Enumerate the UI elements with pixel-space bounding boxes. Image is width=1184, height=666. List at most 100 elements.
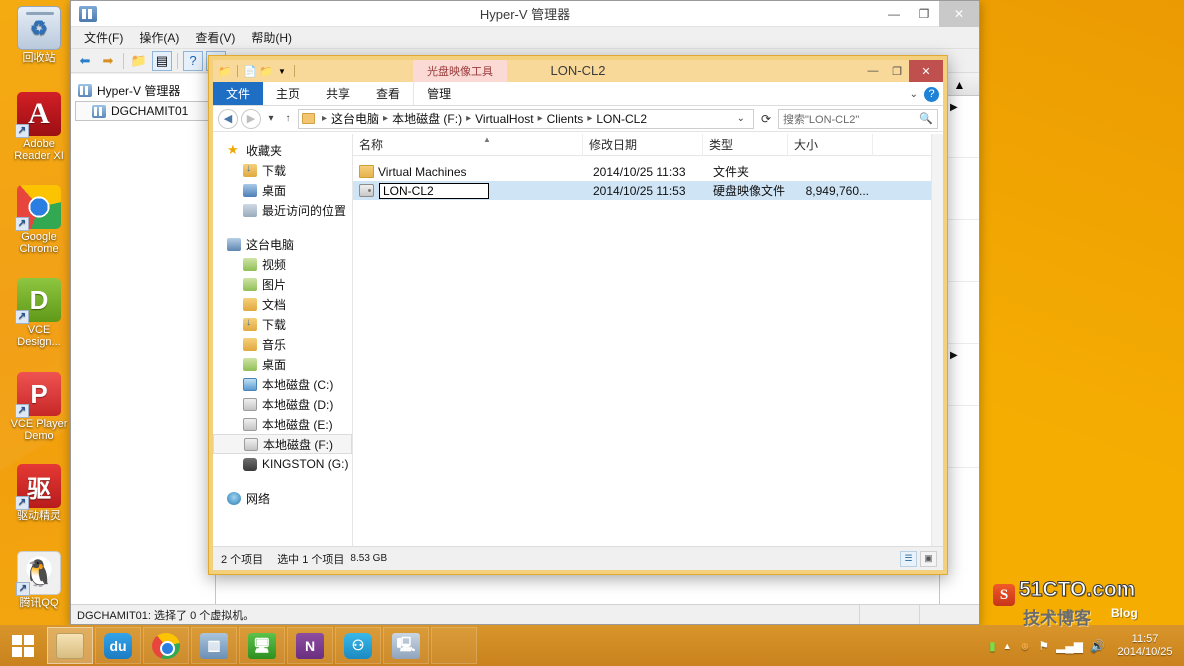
large-icons-view-icon[interactable]: ▣ xyxy=(920,551,937,567)
explorer-window-controls[interactable]: — ❐ ✕ xyxy=(861,60,943,82)
show-pane-icon[interactable]: ▤ xyxy=(152,51,172,71)
menu-item-action[interactable]: 操作(A) xyxy=(132,27,186,48)
menu-item-view[interactable]: 查看(V) xyxy=(188,27,242,48)
tab-file[interactable]: 文件 xyxy=(213,82,263,105)
menu-item-file[interactable]: 文件(F) xyxy=(77,27,130,48)
close-button[interactable]: ✕ xyxy=(939,1,979,27)
nav-item-desktop-pc[interactable]: 桌面 xyxy=(213,354,352,374)
taskbar-item-remote-desktop[interactable]: 🖥 xyxy=(239,627,285,664)
vertical-scrollbar[interactable] xyxy=(931,134,943,546)
back-arrow-icon[interactable]: ⬅ xyxy=(75,51,95,71)
hyper-v-title-bar[interactable]: Hyper-V 管理器 — ❐ ✕ xyxy=(71,1,979,27)
clock[interactable]: 11:57 2014/10/25 xyxy=(1112,633,1178,659)
nav-item-local-disk-c[interactable]: 本地磁盘 (C:) xyxy=(213,374,352,394)
column-header-type[interactable]: 类型 xyxy=(703,134,788,156)
table-row[interactable]: Virtual Machines 2014/10/25 11:33 文件夹 xyxy=(353,162,931,181)
rename-input[interactable]: LON-CL2 xyxy=(379,183,489,199)
nav-item-this-pc[interactable]: 这台电脑 xyxy=(213,234,352,254)
help-icon[interactable]: ? xyxy=(924,87,939,102)
flag-action-icon[interactable]: ⚑ xyxy=(1038,639,1049,653)
security-icon[interactable]: ☻ xyxy=(1019,639,1032,653)
nav-item-desktop[interactable]: 桌面 xyxy=(213,180,352,200)
explorer-title-bar[interactable]: 📁 📄 📁 ▼ LON-CL2 光盘映像工具 — ❐ ✕ xyxy=(213,60,943,82)
nav-item-documents[interactable]: 文档 xyxy=(213,294,352,314)
search-icon[interactable]: 🔍 xyxy=(919,112,933,125)
minimize-button[interactable]: — xyxy=(879,1,909,27)
up-icon[interactable]: ↑ xyxy=(281,110,295,128)
nav-item-local-disk-e[interactable]: 本地磁盘 (E:) xyxy=(213,414,352,434)
chevron-down-icon[interactable]: ⌄ xyxy=(910,89,918,100)
table-row[interactable]: LON-CL2 2014/10/25 11:53 硬盘映像文件 8,949,76… xyxy=(353,181,931,200)
column-header-size[interactable]: 大小 xyxy=(788,134,873,156)
desktop-icon-tencent-qq[interactable]: ↗ 腾讯QQ xyxy=(2,551,76,609)
breadcrumb-item-this-pc[interactable]: 这台电脑 xyxy=(331,110,379,127)
network-icon[interactable]: ▂▄▆ xyxy=(1056,639,1083,653)
up-folder-icon[interactable]: 📁 xyxy=(129,51,149,71)
hyper-v-menu-bar[interactable]: 文件(F) 操作(A) 查看(V) 帮助(H) xyxy=(71,27,979,49)
desktop-icon-vce-designer[interactable]: ↗ VCE Design... xyxy=(2,278,76,348)
explorer-ribbon-tabs[interactable]: 文件 主页 共享 查看 管理 ⌄ ? xyxy=(213,82,943,106)
nav-item-local-disk-f[interactable]: 本地磁盘 (F:) xyxy=(213,434,352,454)
ribbon-right-controls[interactable]: ⌄ ? xyxy=(910,82,939,106)
desktop-icon-recycle-bin[interactable]: 回收站 xyxy=(2,6,76,64)
menu-item-help[interactable]: 帮助(H) xyxy=(244,27,299,48)
tree-node-dgchamit01[interactable]: DGCHAMIT01 xyxy=(75,101,211,121)
nav-item-network[interactable]: 网络 xyxy=(213,488,352,508)
close-button[interactable]: ✕ xyxy=(909,60,943,82)
view-buttons[interactable]: ☰ ▣ xyxy=(900,551,943,567)
breadcrumb-dropdown-icon[interactable]: ⌄ xyxy=(732,113,750,124)
forward-icon[interactable]: ▶ xyxy=(241,109,261,129)
file-list-header[interactable]: 名称 修改日期 类型 大小 ▲ xyxy=(353,134,931,156)
breadcrumb-item-clients[interactable]: Clients xyxy=(547,112,584,126)
desktop-icon-adobe-reader[interactable]: ↗ Adobe Reader XI xyxy=(2,92,76,162)
tab-share[interactable]: 共享 xyxy=(313,82,363,105)
start-button[interactable] xyxy=(0,625,46,666)
volume-icon[interactable]: 🔊 xyxy=(1090,639,1105,653)
back-icon[interactable]: ◀ xyxy=(218,109,238,129)
nav-item-downloads-pc[interactable]: 下载 xyxy=(213,314,352,334)
hyper-v-tree-pane[interactable]: Hyper-V 管理器 DGCHAMIT01 xyxy=(71,74,216,604)
forward-arrow-icon[interactable]: ➡ xyxy=(98,51,118,71)
breadcrumb-item-lon-cl2[interactable]: LON-CL2 xyxy=(596,112,647,126)
nav-item-local-disk-d[interactable]: 本地磁盘 (D:) xyxy=(213,394,352,414)
nav-item-kingston-g[interactable]: KINGSTON (G:) xyxy=(213,454,352,474)
help-icon[interactable]: ? xyxy=(183,51,203,71)
breadcrumb-item-local-disk-f[interactable]: 本地磁盘 (F:) xyxy=(392,110,462,127)
nav-item-videos[interactable]: 视频 xyxy=(213,254,352,274)
taskbar-item-pc-manager[interactable]: ⚇ xyxy=(335,627,381,664)
refresh-icon[interactable]: ⟳ xyxy=(757,110,775,128)
maximize-button[interactable]: ❐ xyxy=(885,60,909,82)
column-header-name[interactable]: 名称 xyxy=(353,134,583,156)
taskbar-item-baidu[interactable]: du xyxy=(95,627,141,664)
minimize-button[interactable]: — xyxy=(861,60,885,82)
breadcrumb-item-virtualhost[interactable]: VirtualHost xyxy=(475,112,533,126)
file-list[interactable]: 名称 修改日期 类型 大小 ▲ Virtual Machines 2014/10… xyxy=(353,134,931,546)
maximize-button[interactable]: ❐ xyxy=(909,1,939,27)
search-input[interactable]: 搜索"LON-CL2" 🔍 xyxy=(778,109,938,129)
nav-item-music[interactable]: 音乐 xyxy=(213,334,352,354)
battery-icon[interactable]: ▮ xyxy=(989,639,996,653)
column-header-date[interactable]: 修改日期 xyxy=(583,134,703,156)
nav-item-recent-places[interactable]: 最近访问的位置 xyxy=(213,200,352,220)
tree-node-hyper-v-manager[interactable]: Hyper-V 管理器 xyxy=(75,80,211,101)
show-hidden-icon[interactable]: ▲ xyxy=(1003,641,1012,651)
desktop-icon-vce-player[interactable]: ↗ VCE Player Demo xyxy=(2,372,76,442)
taskbar-item-file-explorer[interactable] xyxy=(47,627,93,664)
desktop-icon-google-chrome[interactable]: ↗ Google Chrome xyxy=(2,185,76,255)
recent-locations-icon[interactable]: ▾ xyxy=(264,110,278,128)
taskbar-item-virtual-machine[interactable]: 🖳 xyxy=(383,627,429,664)
system-tray[interactable]: ▮ ▲ ☻ ⚑ ▂▄▆ 🔊 11:57 2014/10/25 xyxy=(989,633,1184,659)
breadcrumb[interactable]: ▸ 这台电脑 ▸ 本地磁盘 (F:) ▸ VirtualHost ▸ Clien… xyxy=(298,109,754,129)
nav-item-favorites[interactable]: ★ 收藏夹 xyxy=(213,140,352,160)
nav-item-downloads[interactable]: 下载 xyxy=(213,160,352,180)
navigation-pane[interactable]: ★ 收藏夹 下载 桌面 最近访问的位置 xyxy=(213,134,353,546)
nav-item-pictures[interactable]: 图片 xyxy=(213,274,352,294)
taskbar-item-hyper-v-manager[interactable]: ▥ xyxy=(191,627,237,664)
taskbar[interactable]: du ▥ 🖥 N ⚇ 🖳 ▮ ▲ ☻ ⚑ ▂▄▆ 🔊 11:57 2014/10… xyxy=(0,625,1184,666)
taskbar-item-microsoft-store[interactable] xyxy=(431,627,477,664)
file-explorer-window[interactable]: 📁 📄 📁 ▼ LON-CL2 光盘映像工具 — ❐ ✕ 文件 主页 共享 查看 xyxy=(208,55,948,575)
details-view-icon[interactable]: ☰ xyxy=(900,551,917,567)
taskbar-item-google-chrome[interactable] xyxy=(143,627,189,664)
tab-home[interactable]: 主页 xyxy=(263,82,313,105)
tab-manage[interactable]: 管理 xyxy=(413,82,464,105)
